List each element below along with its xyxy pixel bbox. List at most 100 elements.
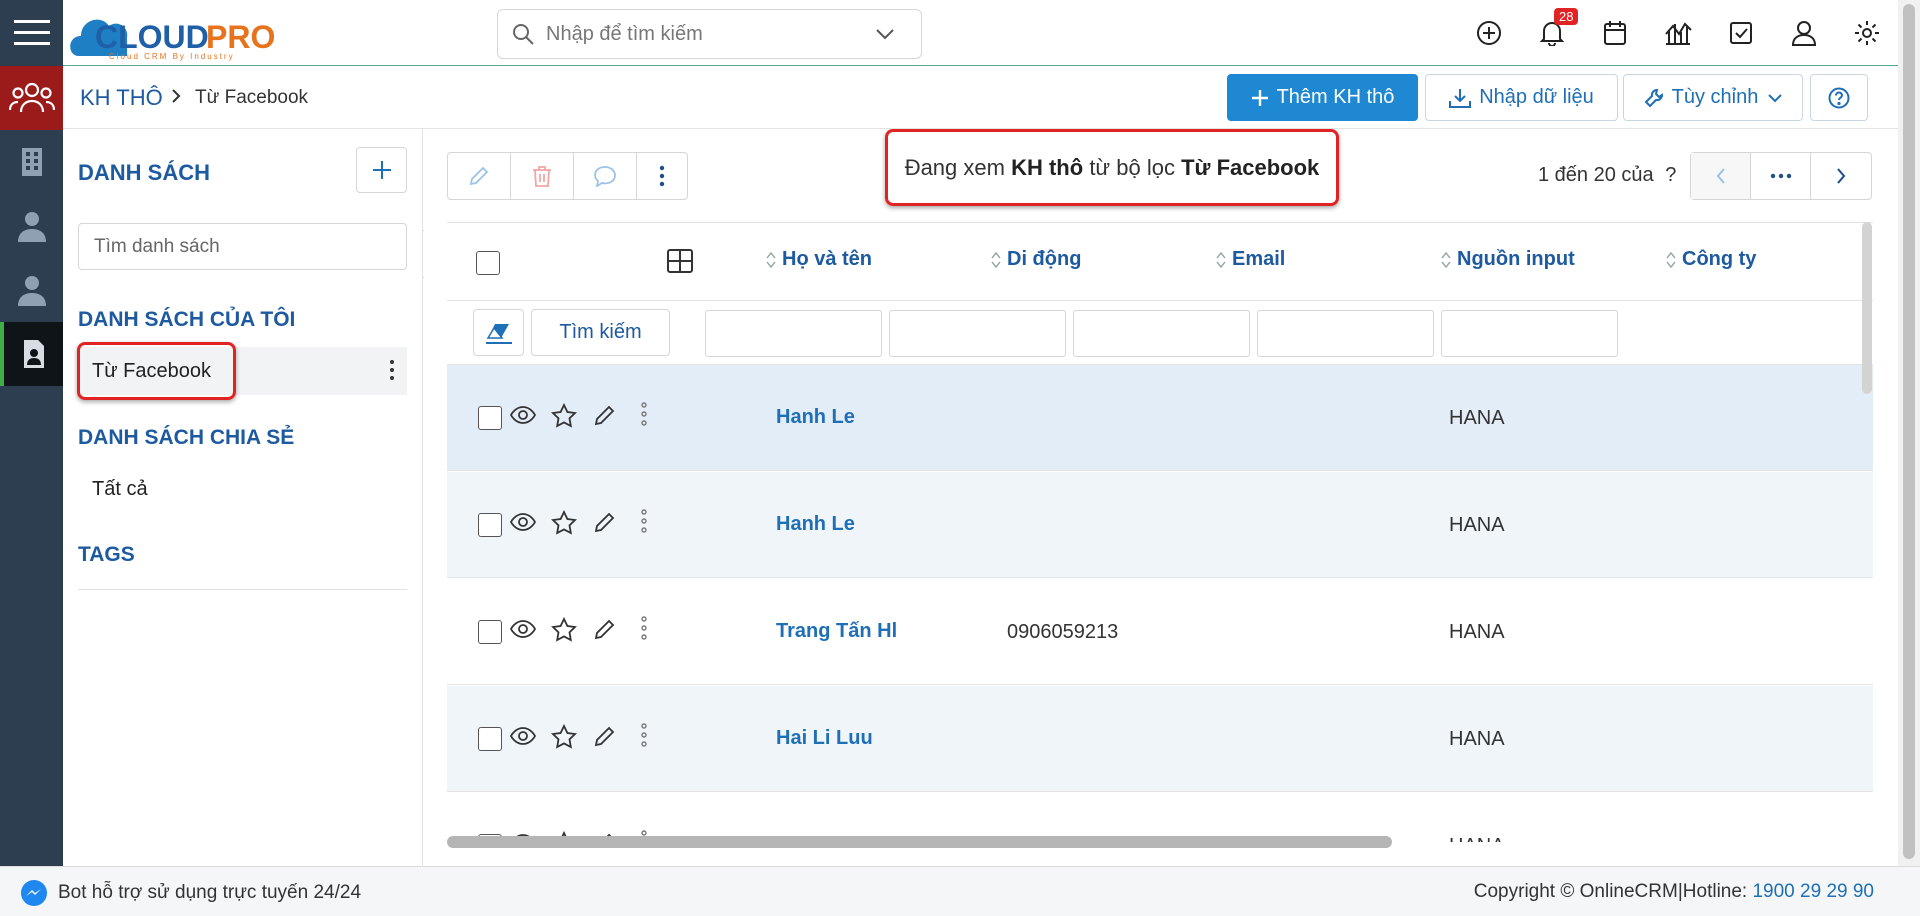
bulk-comment-button[interactable]	[574, 153, 637, 199]
row-checkbox[interactable]	[478, 406, 502, 430]
my-lists-title: DANH SÁCH CỦA TÔI	[78, 308, 296, 331]
column-search-button[interactable]: Tìm kiếm	[531, 309, 670, 356]
hotline-number[interactable]: 1900 29 29 90	[1752, 881, 1874, 902]
cloudpro-logo[interactable]: CLOUD PRO Cloud CRM By Industry	[69, 6, 309, 62]
list-item-all[interactable]: Tất cả	[78, 465, 407, 513]
notifications-button[interactable]: 28	[1520, 0, 1583, 66]
more-vertical-icon[interactable]	[389, 359, 395, 381]
search-icon	[513, 24, 534, 45]
columns-grid-icon[interactable]	[667, 249, 693, 273]
column-label: Nguồn input	[1457, 248, 1575, 270]
shared-lists-title: DANH SÁCH CHIA SẺ	[78, 426, 295, 449]
rail-item-leads[interactable]	[0, 322, 63, 386]
help-button[interactable]	[1810, 74, 1868, 121]
row-checkbox[interactable]	[478, 513, 502, 537]
more-vertical-icon[interactable]	[641, 616, 647, 640]
import-button[interactable]: Nhập dữ liệu	[1425, 74, 1618, 121]
column-header-name[interactable]: Họ và tên	[766, 248, 872, 271]
table-vertical-scrollbar[interactable]	[1862, 222, 1872, 394]
next-page-button[interactable]	[1811, 153, 1871, 199]
global-search-input[interactable]	[546, 22, 876, 46]
eye-icon[interactable]	[510, 726, 536, 746]
column-header-email[interactable]: Email	[1216, 248, 1285, 271]
quick-create-button[interactable]	[1457, 0, 1520, 66]
eye-icon[interactable]	[510, 619, 536, 639]
add-list-button[interactable]	[356, 147, 407, 193]
profile-button[interactable]	[1772, 0, 1835, 66]
breadcrumb-root[interactable]: KH THÔ	[80, 85, 163, 111]
star-icon[interactable]	[551, 617, 577, 643]
more-vertical-icon[interactable]	[641, 509, 647, 533]
pencil-icon[interactable]	[593, 403, 617, 427]
pencil-icon[interactable]	[593, 510, 617, 534]
row-checkbox[interactable]	[478, 727, 502, 751]
table-row[interactable]: Hanh Le HANA	[447, 472, 1873, 578]
star-icon[interactable]	[551, 403, 577, 429]
more-vertical-icon[interactable]	[641, 402, 647, 426]
users-group-icon	[8, 82, 55, 113]
bulk-more-button[interactable]	[637, 153, 687, 199]
bulk-delete-button[interactable]	[511, 153, 574, 199]
rail-item-customers[interactable]	[0, 66, 63, 130]
rail-item-contacts[interactable]	[0, 194, 63, 258]
star-icon[interactable]	[551, 510, 577, 536]
cell-name[interactable]: Trang Tấn Hl	[776, 620, 897, 643]
cell-name[interactable]: Hanh Le	[776, 406, 855, 429]
calendar-button[interactable]	[1583, 0, 1646, 66]
column-label: Họ và tên	[782, 248, 873, 270]
add-lead-button[interactable]: Thêm KH thô	[1227, 74, 1418, 121]
cell-name[interactable]: Hai Li Luu	[776, 727, 873, 750]
filter-input-source[interactable]	[1257, 310, 1434, 357]
chevron-down-icon[interactable]	[876, 28, 894, 40]
list-search-input[interactable]	[78, 223, 407, 270]
eye-icon[interactable]	[510, 405, 536, 425]
tags-title[interactable]: TAGS	[78, 543, 135, 567]
column-header-source[interactable]: Nguồn input	[1441, 248, 1575, 271]
prev-page-button[interactable]	[1691, 153, 1751, 199]
filter-input-email[interactable]	[1073, 310, 1250, 357]
eye-icon[interactable]	[510, 512, 536, 532]
bulk-edit-button[interactable]	[448, 153, 511, 199]
tasks-button[interactable]	[1709, 0, 1772, 66]
gear-icon	[1854, 21, 1879, 45]
pencil-icon[interactable]	[593, 617, 617, 641]
pager-total[interactable]: ?	[1665, 164, 1676, 186]
table-row[interactable]: HANA	[447, 793, 1873, 842]
settings-button[interactable]	[1835, 0, 1898, 66]
page-scrollbar[interactable]	[1898, 0, 1920, 866]
table-horizontal-scrollbar[interactable]	[447, 836, 1392, 848]
hotline-label: Hotline:	[1682, 881, 1748, 902]
download-icon	[1449, 88, 1472, 108]
cell-source: HANA	[1449, 407, 1505, 429]
rail-item-person[interactable]	[0, 258, 63, 322]
chevron-left-icon	[1716, 168, 1725, 184]
page-scrollbar-thumb[interactable]	[1903, 4, 1915, 859]
table-row[interactable]: Trang Tấn Hl 0906059213 HANA	[447, 579, 1873, 685]
filter-input-name[interactable]	[705, 310, 882, 357]
more-vertical-icon	[659, 165, 665, 187]
star-icon[interactable]	[551, 724, 577, 750]
hamburger-icon	[13, 20, 50, 45]
menu-button[interactable]	[0, 0, 63, 66]
rail-item-organizations[interactable]	[0, 130, 63, 194]
reports-button[interactable]	[1646, 0, 1709, 66]
more-vertical-icon[interactable]	[641, 723, 647, 747]
column-header-company[interactable]: Công ty	[1666, 248, 1756, 271]
building-icon	[21, 148, 42, 176]
row-checkbox[interactable]	[478, 620, 502, 644]
global-search[interactable]	[497, 9, 922, 59]
table-row[interactable]: Hanh Le HANA	[447, 365, 1873, 471]
cell-name[interactable]: Hanh Le	[776, 513, 855, 536]
select-all-checkbox[interactable]	[476, 251, 500, 275]
support-bot-link[interactable]: Bot hỗ trợ sử dụng trực tuyến 24/24	[20, 879, 361, 907]
customize-button[interactable]: Tùy chỉnh	[1623, 74, 1803, 121]
viewing-filter-banner: Đang xem KH thô từ bộ lọc Từ Facebook	[885, 129, 1339, 206]
filter-input-mobile[interactable]	[889, 310, 1066, 357]
pencil-icon[interactable]	[593, 724, 617, 748]
page-jump-button[interactable]	[1751, 153, 1811, 199]
clear-filter-button[interactable]	[473, 309, 524, 356]
filter-input-company[interactable]	[1441, 310, 1618, 357]
table-row[interactable]: Hai Li Luu HANA	[447, 686, 1873, 792]
column-header-mobile[interactable]: Di động	[991, 248, 1081, 271]
viewing-prefix: Đang xem	[904, 154, 1005, 180]
